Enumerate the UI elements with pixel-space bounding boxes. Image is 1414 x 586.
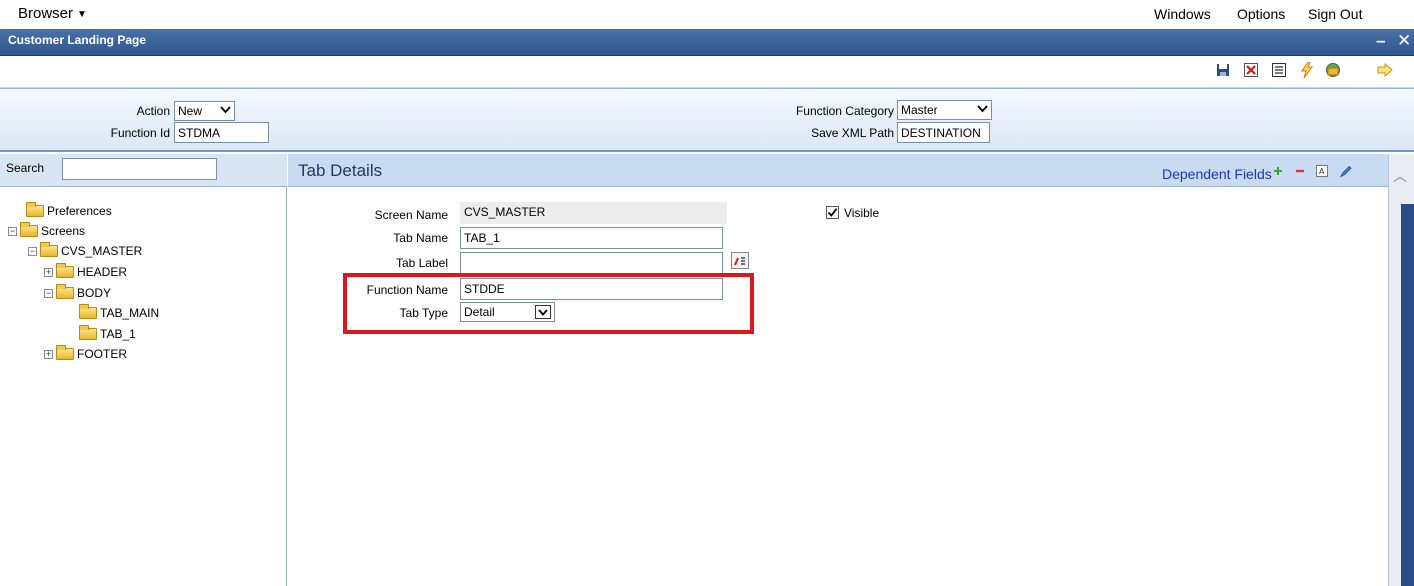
scrollbar-thumb[interactable] [1401, 204, 1414, 586]
tab-details-header: Tab Details Dependent Fields A [288, 154, 1388, 187]
screen-name-label: Screen Name [374, 208, 448, 222]
tab-label-input[interactable] [460, 252, 723, 274]
highlight-annotation-box [343, 273, 754, 334]
tree-node-preferences[interactable]: Preferences [26, 202, 112, 220]
tree-node-label: HEADER [77, 265, 128, 279]
action-select[interactable]: New [174, 101, 235, 121]
expand-icon[interactable]: + [44, 349, 53, 359]
list-icon[interactable] [1270, 61, 1288, 79]
chevron-down-icon: ▼ [77, 9, 87, 20]
chevron-down-icon [977, 104, 988, 116]
tree-node-cvs-master[interactable]: − CVS_MASTER [28, 242, 142, 260]
function-category-label: Function Category [795, 104, 894, 118]
package-icon[interactable] [1324, 61, 1342, 79]
browser-menu[interactable]: Browser ▼ [18, 5, 87, 22]
browser-menu-label: Browser [18, 5, 74, 22]
tree-node-body[interactable]: − BODY [44, 284, 111, 302]
tree-node-label: FOOTER [77, 347, 127, 361]
translate-label-icon[interactable] [731, 252, 749, 269]
minimize-button[interactable]: – [1376, 31, 1385, 51]
add-row-icon[interactable] [1272, 165, 1284, 177]
tab-label-label: Tab Label [395, 256, 448, 270]
tree-node-tab-1[interactable]: TAB_1 [79, 325, 136, 343]
folder-icon [79, 325, 97, 340]
tree-node-screens[interactable]: − Screens [8, 222, 85, 240]
tree-node-footer[interactable]: + FOOTER [44, 345, 127, 363]
visible-label: Visible [844, 206, 880, 220]
tree-node-tab-main[interactable]: TAB_MAIN [79, 304, 159, 322]
window-title-bar: Customer Landing Page – ✕ [0, 29, 1414, 56]
top-menu-bar: Browser ▼ Windows Options Sign Out [0, 0, 1414, 29]
folder-icon [26, 202, 44, 217]
save-icon[interactable] [1214, 61, 1232, 79]
function-id-label: Function Id [110, 126, 170, 140]
save-xml-path-label: Save XML Path [811, 126, 894, 140]
collapse-icon[interactable]: − [8, 226, 17, 236]
options-menu[interactable]: Options [1237, 6, 1285, 22]
delete-row-icon[interactable] [1294, 165, 1306, 177]
folder-icon [79, 304, 97, 319]
collapse-icon[interactable]: − [28, 246, 37, 256]
expand-icon[interactable]: + [44, 267, 53, 277]
chevron-down-icon [220, 105, 231, 117]
dependent-fields-link[interactable]: Dependent Fields [1162, 166, 1272, 182]
search-bar: Search [0, 154, 287, 187]
tree-node-label: BODY [77, 286, 112, 300]
search-label: Search [6, 161, 45, 175]
folder-icon [56, 284, 74, 299]
function-id-input[interactable] [174, 122, 269, 143]
folder-icon [40, 242, 58, 257]
scroll-up-icon[interactable]: ︿ [1393, 166, 1407, 186]
folder-icon [56, 263, 74, 278]
function-category-select[interactable]: Master [897, 100, 992, 120]
text-field-icon[interactable]: A [1316, 165, 1328, 177]
exit-arrow-icon[interactable] [1376, 61, 1394, 79]
function-category-value: Master [901, 103, 938, 117]
toolbar [0, 56, 1414, 88]
tree-node-label: CVS_MASTER [61, 244, 143, 258]
lightning-icon[interactable] [1298, 61, 1316, 79]
windows-menu[interactable]: Windows [1154, 6, 1211, 22]
tree-node-label: Screens [41, 224, 86, 238]
folder-icon [56, 345, 74, 360]
tree-node-label: TAB_1 [100, 327, 136, 341]
sign-out-link[interactable]: Sign Out [1308, 6, 1362, 22]
action-select-value: New [178, 104, 203, 118]
tree-node-label: TAB_MAIN [100, 306, 160, 320]
tab-name-input[interactable] [460, 227, 723, 249]
tab-details-title: Tab Details [298, 161, 383, 180]
tree-node-header[interactable]: + HEADER [44, 263, 127, 281]
collapse-icon[interactable]: − [44, 288, 53, 298]
screen-name-field: CVS_MASTER [460, 202, 727, 224]
edit-icon[interactable] [1340, 165, 1352, 177]
delete-icon[interactable] [1242, 61, 1260, 79]
svg-text:A: A [1319, 167, 1325, 176]
folder-icon [20, 222, 38, 237]
action-label: Action [136, 104, 170, 118]
visible-checkbox[interactable] [826, 206, 839, 219]
tab-name-label: Tab Name [393, 231, 448, 245]
window-title: Customer Landing Page [8, 33, 147, 47]
save-xml-path-input[interactable] [897, 122, 990, 143]
search-input[interactable] [62, 158, 217, 180]
tree-node-label: Preferences [47, 204, 112, 218]
vertical-scrollbar[interactable]: ︿ [1388, 154, 1414, 586]
close-window-button[interactable]: ✕ [1397, 31, 1411, 51]
